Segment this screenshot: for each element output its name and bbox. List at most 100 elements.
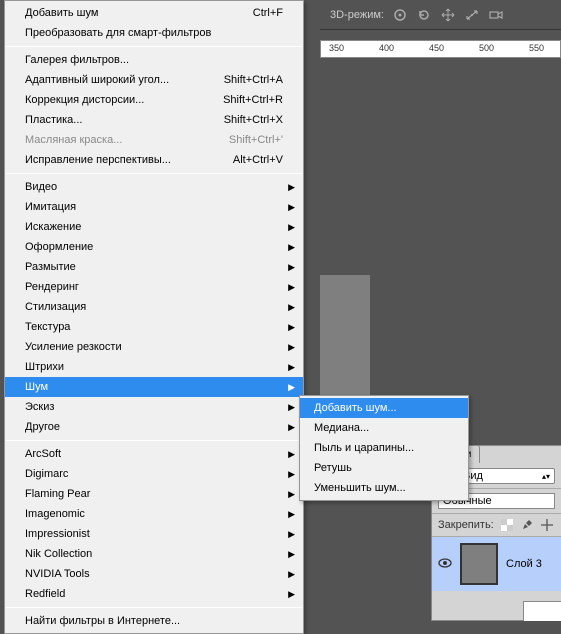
menu-item-label: NVIDIA Tools xyxy=(25,568,283,580)
menu-item[interactable]: Штрихи▶ xyxy=(5,357,303,377)
menu-item[interactable]: Flaming Pear ▶ xyxy=(5,484,303,504)
menu-item[interactable]: Digimarc ▶ xyxy=(5,464,303,484)
filter-select[interactable]: Вид▴▾ xyxy=(458,468,555,484)
ruler-tick: 350 xyxy=(329,43,344,53)
menu-item[interactable]: Imagenomic▶ xyxy=(5,504,303,524)
menu-separator xyxy=(6,46,302,47)
menu-item[interactable]: Имитация ▶ xyxy=(5,197,303,217)
ruler-tick: 550 xyxy=(529,43,544,53)
3d-mode-label: 3D-режим: xyxy=(330,9,384,21)
menu-item-label: Redfield xyxy=(25,588,283,600)
slide-icon[interactable] xyxy=(464,7,480,23)
menu-shortcut: Alt+Ctrl+V xyxy=(233,154,283,166)
submenu-arrow-icon: ▶ xyxy=(288,182,295,193)
filter-menu: Добавить шумCtrl+F Преобразовать для смар… xyxy=(4,0,304,634)
submenu-arrow-icon: ▶ xyxy=(288,322,295,333)
menu-item-label: Коррекция дисторсии... xyxy=(25,94,207,106)
menu-item-label: Nik Collection xyxy=(25,548,283,560)
submenu-item-label: Пыль и царапины... xyxy=(314,442,414,454)
layer-row[interactable]: Слой 3 xyxy=(432,537,561,591)
lock-move-icon[interactable] xyxy=(540,518,554,532)
submenu-arrow-icon: ▶ xyxy=(288,569,295,580)
menu-item[interactable]: Пластика...Shift+Ctrl+X xyxy=(5,110,303,130)
menu-item[interactable]: Текстура ▶ xyxy=(5,317,303,337)
submenu-item[interactable]: Медиана... xyxy=(300,418,468,438)
menu-item-label: Имитация xyxy=(25,201,283,213)
menu-item-label: Стилизация xyxy=(25,301,283,313)
menu-item-label: Impressionist xyxy=(25,528,283,540)
menu-item[interactable]: NVIDIA Tools ▶ xyxy=(5,564,303,584)
menu-item[interactable]: Коррекция дисторсии...Shift+Ctrl+R xyxy=(5,90,303,110)
orbit-icon[interactable] xyxy=(392,7,408,23)
ruler-tick: 450 xyxy=(429,43,444,53)
camera-icon[interactable] xyxy=(488,7,504,23)
menu-item-label: Flaming Pear xyxy=(25,488,283,500)
submenu-arrow-icon: ▶ xyxy=(288,529,295,540)
menu-item[interactable]: Рендеринг▶ xyxy=(5,277,303,297)
menu-item[interactable]: Impressionist ▶ xyxy=(5,524,303,544)
menu-item[interactable]: Nik Collection ▶ xyxy=(5,544,303,564)
roll-icon[interactable] xyxy=(416,7,432,23)
menu-item-label: Преобразовать для смарт-фильтров xyxy=(25,27,283,39)
menu-item-label: Штрихи xyxy=(25,361,283,373)
submenu-arrow-icon: ▶ xyxy=(288,549,295,560)
menu-item-label: Digimarc xyxy=(25,468,283,480)
submenu-item-label: Добавить шум... xyxy=(314,402,397,414)
menu-item[interactable]: Адаптивный широкий угол...Shift+Ctrl+A xyxy=(5,70,303,90)
submenu-item[interactable]: Ретушь xyxy=(300,458,468,478)
menu-item[interactable]: Усиление резкости▶ xyxy=(5,337,303,357)
menu-item[interactable]: Стилизация▶ xyxy=(5,297,303,317)
menu-item[interactable]: ArcSoft▶ xyxy=(5,444,303,464)
menu-item-label: Эскиз xyxy=(25,401,283,413)
menu-item-label: ArcSoft xyxy=(25,448,283,460)
ruler-tick: 400 xyxy=(379,43,394,53)
submenu-arrow-icon: ▶ xyxy=(288,202,295,213)
menu-item-label: Текстура xyxy=(25,321,283,333)
submenu-arrow-icon: ▶ xyxy=(288,589,295,600)
menu-item-label: Добавить шум xyxy=(25,7,237,19)
layer-name[interactable]: Слой 3 xyxy=(506,558,542,570)
menu-separator xyxy=(6,607,302,608)
menu-item-label: Шум xyxy=(25,381,283,393)
menu-item[interactable]: Добавить шумCtrl+F xyxy=(5,3,303,23)
menu-shortcut: Shift+Ctrl+A xyxy=(224,74,283,86)
menu-item[interactable]: Шум▶ xyxy=(5,377,303,397)
menu-item[interactable]: Размытие ▶ xyxy=(5,257,303,277)
menu-item[interactable]: Эскиз ▶ xyxy=(5,397,303,417)
submenu-arrow-icon: ▶ xyxy=(288,489,295,500)
menu-item-label: Размытие xyxy=(25,261,283,273)
menu-item[interactable]: Искажение▶ xyxy=(5,217,303,237)
menu-item[interactable]: Оформление▶ xyxy=(5,237,303,257)
submenu-item[interactable]: Уменьшить шум... xyxy=(300,478,468,498)
menu-item-label: Пластика... xyxy=(25,114,208,126)
menu-item-label: Видео xyxy=(25,181,283,193)
submenu-arrow-icon: ▶ xyxy=(288,342,295,353)
menu-item[interactable]: Видео ▶ xyxy=(5,177,303,197)
submenu-item-label: Ретушь xyxy=(314,462,352,474)
lock-brush-icon[interactable] xyxy=(520,518,534,532)
lock-row: Закрепить: xyxy=(432,514,561,537)
submenu-arrow-icon: ▶ xyxy=(288,402,295,413)
submenu-arrow-icon: ▶ xyxy=(288,469,295,480)
menu-item-label: Исправление перспективы... xyxy=(25,154,217,166)
menu-item-label: Искажение xyxy=(25,221,283,233)
menu-separator xyxy=(6,440,302,441)
menu-item-label: Масляная краска... xyxy=(25,134,213,146)
submenu-arrow-icon: ▶ xyxy=(288,262,295,273)
menu-item[interactable]: Найти фильтры в Интернете... xyxy=(5,611,303,631)
menu-item-label: Другое xyxy=(25,421,283,433)
layer-thumbnail[interactable] xyxy=(460,543,498,585)
pan-icon[interactable] xyxy=(440,7,456,23)
toolbar-3d: 3D-режим: xyxy=(320,0,561,30)
visibility-eye-icon[interactable] xyxy=(438,558,452,571)
menu-item[interactable]: Масляная краска...Shift+Ctrl+' xyxy=(5,130,303,150)
submenu-item[interactable]: Пыль и царапины... xyxy=(300,438,468,458)
menu-item[interactable]: Исправление перспективы... Alt+Ctrl+V xyxy=(5,150,303,170)
lock-transparent-icon[interactable] xyxy=(500,518,514,532)
menu-item[interactable]: Галерея фильтров... xyxy=(5,50,303,70)
menu-item[interactable]: Redfield ▶ xyxy=(5,584,303,604)
submenu-item[interactable]: Добавить шум... xyxy=(300,398,468,418)
new-doc-corner xyxy=(523,601,561,621)
menu-item[interactable]: Преобразовать для смарт-фильтров xyxy=(5,23,303,43)
menu-item[interactable]: Другое▶ xyxy=(5,417,303,437)
